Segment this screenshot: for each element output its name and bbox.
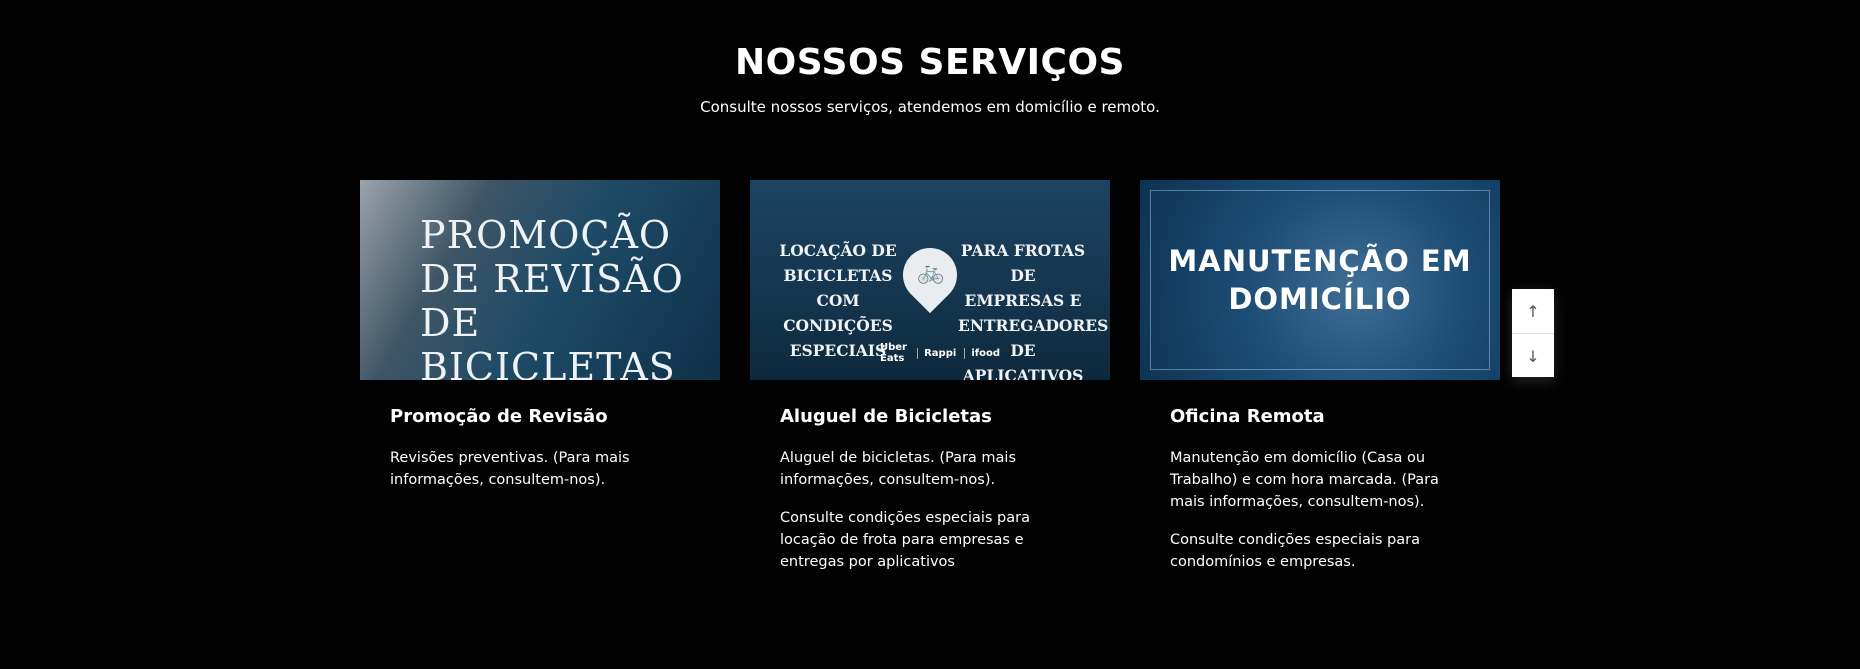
service-card-oficina: MANUTENÇÃO EM DOMICÍLIO Oficina Remota M… (1140, 180, 1500, 589)
image-caption: PROMOÇÃO DE REVISÃO DE BICICLETAS (420, 213, 684, 380)
service-image-revisao[interactable]: PROMOÇÃO DE REVISÃO DE BICICLETAS (360, 180, 720, 380)
scroll-down-button[interactable]: ↓ (1512, 333, 1554, 378)
card-title: Aluguel de Bicicletas (780, 406, 992, 427)
card-description: Manutenção em domicílio (Casa ou Trabalh… (1170, 450, 1439, 510)
section-subtitle: Consulte nossos serviços, atendemos em d… (700, 98, 1160, 116)
arrow-down-icon: ↓ (1526, 346, 1540, 366)
bicycle-pin-icon: 🚲 (917, 260, 945, 285)
card-description-extra: Consulte condições especiais para locaçã… (780, 510, 1030, 570)
card-title: Promoção de Revisão (390, 406, 608, 427)
card-description: Revisões preventivas. (Para mais informa… (390, 450, 630, 488)
logo-rappi: Rappi (917, 347, 956, 359)
service-card-aluguel: LOCAÇÃO DE BICICLETAS COM CONDIÇÕES ESPE… (750, 180, 1110, 589)
logo-ifood: ifood (964, 347, 1000, 359)
scroll-up-button[interactable]: ↑ (1512, 289, 1554, 333)
logo-uber-eats: Uber Eats (880, 342, 907, 364)
scroll-controls: ↑ ↓ (1512, 289, 1554, 377)
partner-logos: Uber Eats Rappi ifood (880, 342, 1000, 364)
card-description-extra: Consulte condições especiais para condom… (1170, 532, 1420, 570)
section-title: NOSSOS SERVIÇOS (735, 42, 1125, 83)
arrow-up-icon: ↑ (1526, 301, 1540, 321)
card-title: Oficina Remota (1170, 406, 1325, 427)
card-description: Aluguel de bicicletas. (Para mais inform… (780, 450, 1017, 488)
service-image-aluguel[interactable]: LOCAÇÃO DE BICICLETAS COM CONDIÇÕES ESPE… (750, 180, 1110, 380)
service-image-oficina[interactable]: MANUTENÇÃO EM DOMICÍLIO (1140, 180, 1500, 380)
image-caption: MANUTENÇÃO EM DOMICÍLIO (1168, 244, 1472, 316)
service-card-revisao: PROMOÇÃO DE REVISÃO DE BICICLETAS Promoç… (360, 180, 720, 507)
